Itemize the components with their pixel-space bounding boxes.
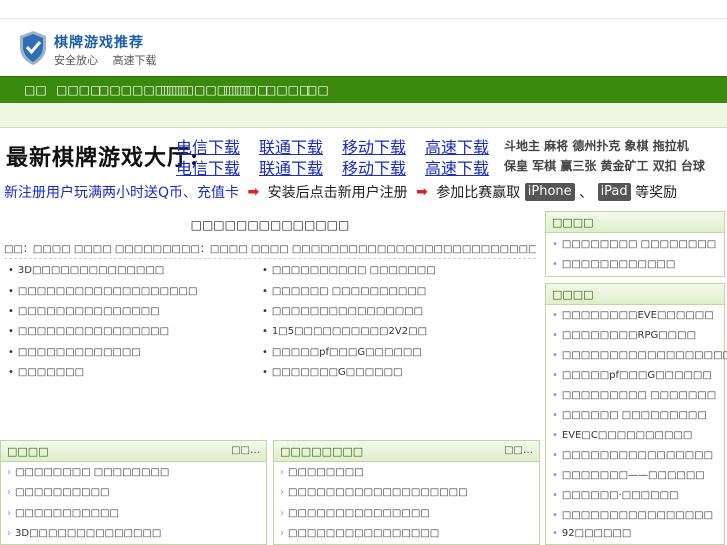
list-item[interactable]: • □□□□□□□□□□□□□□□□ xyxy=(552,450,713,461)
nav-item-7[interactable]: □□ xyxy=(306,77,329,104)
news-item[interactable]: • □□□□□pf□□□G□□□□□□ xyxy=(262,347,422,358)
list-item[interactable]: • □□□□□□·□□□□□□ xyxy=(552,490,678,501)
more-link[interactable]: □□… xyxy=(231,445,260,456)
list-item[interactable]: • □□□□□□□□RPG□□□□ xyxy=(552,330,696,341)
panel-title: □□□□□□□□ xyxy=(280,445,364,458)
list-item[interactable]: › □□□□□□□□□□□□□□□□□□□ xyxy=(280,487,468,498)
download-telecom-link-2[interactable]: 电信下载 xyxy=(176,155,240,179)
news-item[interactable]: • □□□□□□□□□□□□□□□□□□□ xyxy=(8,286,197,297)
news-item[interactable]: • □□□□□□□ xyxy=(8,367,84,378)
news-item[interactable]: • □□□□□□□□□□□□□□□□ xyxy=(8,326,169,337)
panel-header: □□□□□□□□ □□… xyxy=(274,441,539,462)
list-item[interactable]: › □□□□□□□□□□□ xyxy=(7,508,119,519)
bottom-panel-mid: □□□□□□□□ □□… › □□□□□□□□ › □□□□□□□□□□□□□□□□… xyxy=(273,440,540,545)
promo-text-2: 安装后点击新用户注册 xyxy=(267,185,408,201)
headline-title[interactable]: □□□□□□□□□□□□□□ xyxy=(0,218,540,232)
ipad-badge: iPad xyxy=(597,183,631,201)
download-fast-link-2[interactable]: 高速下载 xyxy=(425,155,489,179)
sidebar-panel-top: □□□□ • □□□□□□□□ □□□□□□□□ • □□□□□□□□□□□□ xyxy=(545,211,725,277)
promo-text-1: 新注册用户玩满两小时送Q币、充值卡 xyxy=(4,185,240,201)
list-item[interactable]: • □□□□□□□□□□□□□□□□□□□ xyxy=(552,350,727,361)
list-item[interactable]: › □□□□□□□□□□ xyxy=(7,487,109,498)
main-nav: □□ □□□□ □□□□□□□□ □□□□□□□□ □□□□ □□□□ □□ xyxy=(0,76,727,103)
promo-separator: 、 xyxy=(579,185,594,201)
more-link[interactable]: □□… xyxy=(504,445,533,456)
panel-title: □□□□ xyxy=(552,288,594,301)
bottom-panel-left: □□□□ □□… › □□□□□□□□ □□□□□□□□ › □□□□□□□□□□ … xyxy=(0,440,267,545)
divider xyxy=(4,258,536,259)
top-divider xyxy=(0,18,727,19)
shield-check-icon xyxy=(20,31,46,65)
nav-item-2[interactable]: □□□□ xyxy=(56,77,101,104)
headline-summary: □□：□□□□ □□□□ □□□□□□□□□：□□□□ □□□□ □□□□□□□… xyxy=(4,240,536,255)
arrow-right-icon: ➡ xyxy=(416,184,428,200)
list-item[interactable]: • □□□□□□□□EVE□□□□□□ xyxy=(552,310,714,321)
list-item[interactable]: • □□□□□pf□□□G□□□□□□ xyxy=(552,370,712,381)
download-unicom-link-2[interactable]: 联通下载 xyxy=(259,155,323,179)
download-banner: 最新棋牌游戏大厅: 电信下载 联通下载 移动下载 高速下载 电信下载 联通下载 … xyxy=(0,130,727,206)
promo-text-4: 等奖励 xyxy=(635,185,678,201)
nav-item-6[interactable]: □□□□ xyxy=(265,77,310,104)
logo-slogan: 安全放心 高速下载 xyxy=(54,54,157,67)
games-list-row-2: 保皇 军棋 赢三张 黄金矿工 双扣 台球 xyxy=(504,159,705,173)
list-item[interactable]: › □□□□□□□□□□□□□□□ xyxy=(280,508,430,519)
news-item[interactable]: • □□□□□□□□□□□□□□□□ xyxy=(262,306,423,317)
list-item[interactable]: • 92□□□□□□ xyxy=(552,528,631,539)
list-item[interactable]: › 3D□□□□□□□□□□□□□□ xyxy=(7,528,161,539)
promo-line: 新注册用户玩满两小时送Q币、充值卡 ➡ 安装后点击新用户注册 ➡ 参加比赛赢取 … xyxy=(4,182,677,204)
promo-text-3: 参加比赛赢取 xyxy=(436,185,521,201)
panel-header: □□□□ xyxy=(546,284,724,305)
news-item[interactable]: • □□□□□□□□□□ □□□□□□□ xyxy=(262,265,436,276)
list-item[interactable]: • □□□□□□□□□□□□ xyxy=(552,259,675,270)
panel-header: □□□□ xyxy=(546,212,724,233)
sub-nav-bar xyxy=(0,104,727,128)
news-item[interactable]: • □□□□□□□□□□□□□□□ xyxy=(8,306,160,317)
list-item[interactable]: • EVE□C□□□□□□□□□□ xyxy=(552,430,692,441)
nav-item-5[interactable]: □□□□ xyxy=(223,77,268,104)
news-item[interactable]: • 1□5□□□□□□□□□□2V2□□ xyxy=(262,326,427,337)
download-mobile-link-2[interactable]: 移动下载 xyxy=(342,155,406,179)
logo-title: 棋牌游戏推荐 xyxy=(54,35,144,51)
iphone-badge: iPhone xyxy=(524,183,575,201)
news-item[interactable]: • 3D□□□□□□□□□□□□□□ xyxy=(8,265,164,276)
panel-title: □□□□ xyxy=(552,216,594,229)
list-item[interactable]: • □□□□□□□□ □□□□□□□□ xyxy=(552,239,716,250)
sidebar-panel-list: □□□□ • □□□□□□□□EVE□□□□□□ • □□□□□□□□RPG□□□□… xyxy=(545,283,727,545)
arrow-right-icon: ➡ xyxy=(247,184,260,200)
list-item[interactable]: • □□□□□□□□□ □□□□□□□ xyxy=(552,390,716,401)
list-item[interactable]: • □□□□□□□□□□□□□□□□ xyxy=(552,510,713,521)
panel-header: □□□□ □□… xyxy=(1,441,266,462)
list-item[interactable]: › □□□□□□□□ □□□□□□□□ xyxy=(7,467,169,478)
games-list-row-1: 斗地主 麻将 德州扑克 象棋 拖拉机 xyxy=(504,139,689,153)
list-item[interactable]: › □□□□□□□□□□□□□□□□ xyxy=(280,528,439,539)
list-item[interactable]: › □□□□□□□□ xyxy=(280,467,364,478)
site-logo[interactable]: 棋牌游戏推荐 安全放心 高速下载 xyxy=(18,30,218,70)
news-item[interactable]: • □□□□□□ □□□□□□□□□□ xyxy=(262,286,426,297)
list-item[interactable]: • □□□□□□ □□□□□□□□□ xyxy=(552,410,707,421)
list-item[interactable]: • □□□□□□□——□□□□□□ xyxy=(552,470,705,481)
summary-text: □□：□□□□ □□□□ □□□□□□□□□：□□□□ □□□□ □□□□□□□… xyxy=(4,244,536,255)
nav-item-home[interactable]: □□ xyxy=(24,77,47,104)
panel-title: □□□□ xyxy=(7,445,49,458)
banner-title: 最新棋牌游戏大厅: xyxy=(6,145,200,171)
news-item[interactable]: • □□□□□□□□□□□□□ xyxy=(8,347,141,358)
news-item[interactable]: • □□□□□□□G□□□□□□ xyxy=(262,367,402,378)
